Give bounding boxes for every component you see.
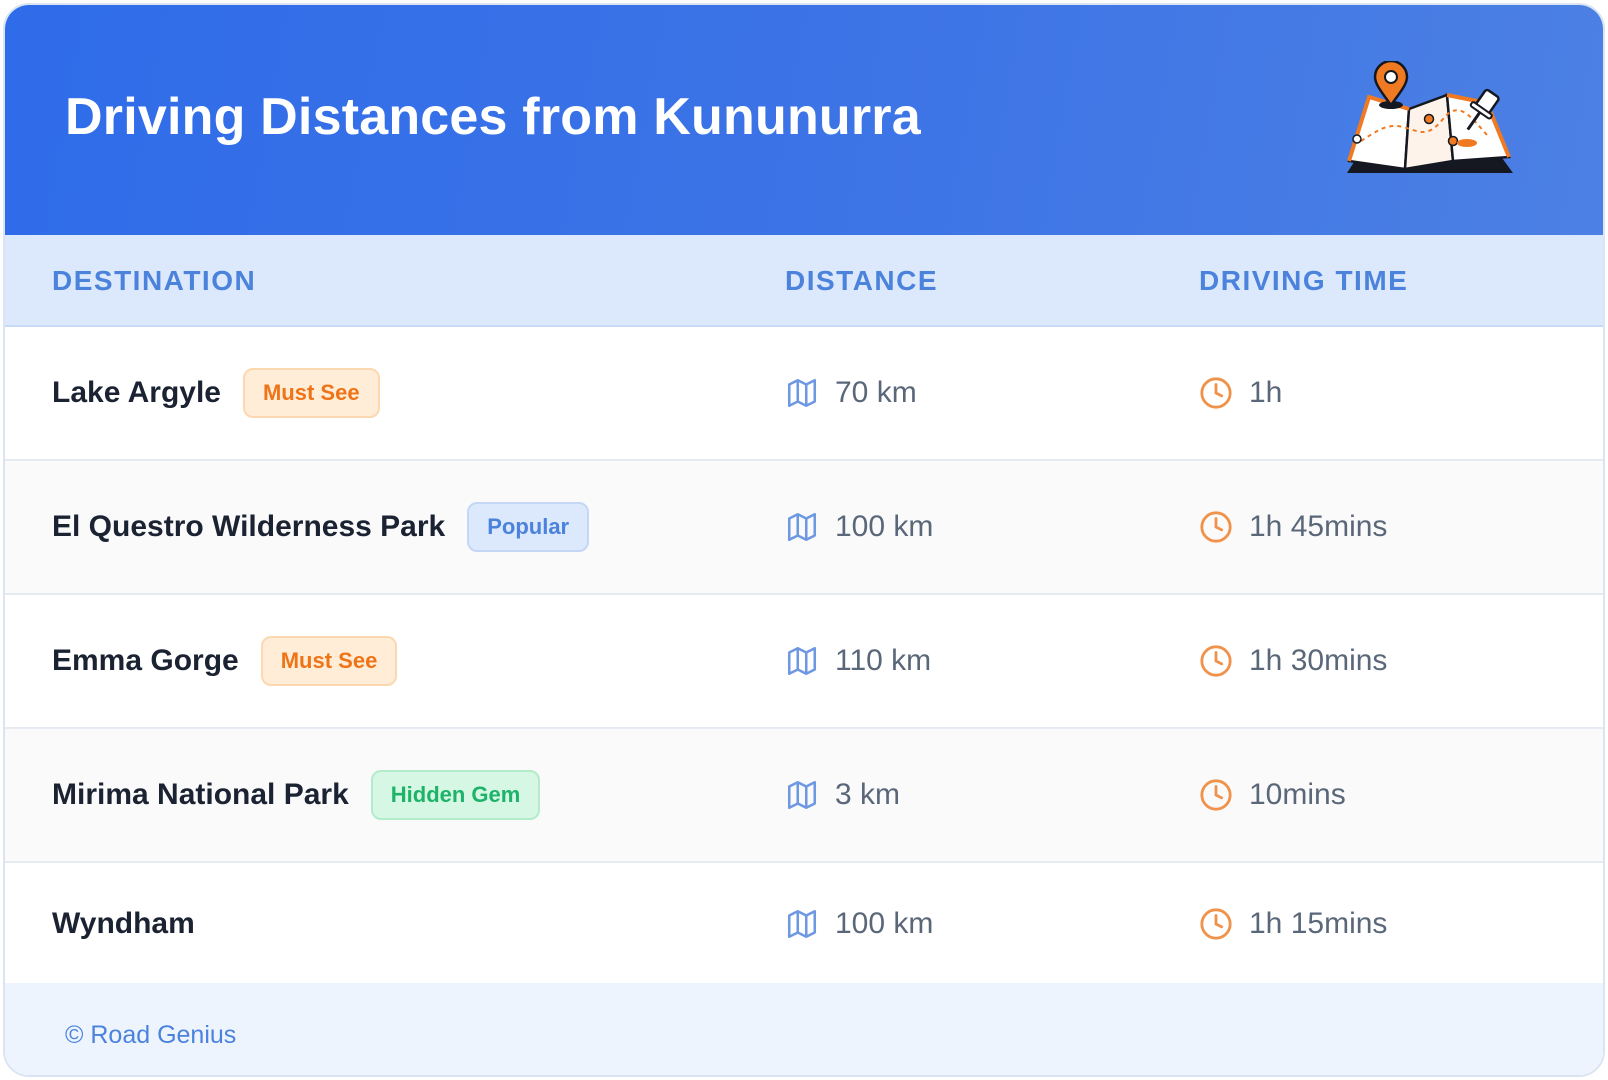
table-row: Mirima National Park Hidden Gem 3 km 10m… <box>5 729 1603 863</box>
table-body: Lake Argyle Must See 70 km 1h El Questro <box>5 327 1603 987</box>
table-row: Wyndham 100 km 1h 15mins <box>5 863 1603 987</box>
map-icon <box>787 646 817 676</box>
destination-cell: El Questro Wilderness Park Popular <box>52 461 590 593</box>
table-row: El Questro Wilderness Park Popular 100 k… <box>5 461 1603 595</box>
driving-time-cell: 1h 15mins <box>1199 863 1387 985</box>
table-row: Emma Gorge Must See 110 km 1h 30mins <box>5 595 1603 729</box>
distance-cell: 100 km <box>785 461 933 593</box>
map-icon <box>787 909 817 939</box>
header-banner: Driving Distances from Kununurra <box>5 5 1603 235</box>
distance-value: 110 km <box>835 644 932 677</box>
clock-icon <box>1200 377 1232 409</box>
footer: © Road Genius <box>5 983 1603 1075</box>
map-icon <box>787 512 817 542</box>
driving-time-cell: 1h 30mins <box>1199 595 1387 727</box>
map-icon <box>787 378 817 408</box>
driving-time-cell: 10mins <box>1199 729 1346 861</box>
column-header-distance: DISTANCE <box>785 265 939 296</box>
distance-value: 100 km <box>835 907 934 940</box>
map-icon <box>787 780 817 810</box>
distance-value: 70 km <box>835 376 917 409</box>
distance-card: Driving Distances from Kununurra DESTINA… <box>3 3 1605 1077</box>
driving-time-value: 10mins <box>1249 778 1346 811</box>
table-header: DESTINATION DISTANCE DRIVING TIME <box>5 235 1603 327</box>
driving-time-cell: 1h <box>1199 327 1282 459</box>
destination-name: El Questro Wilderness Park <box>52 510 446 543</box>
must-see-badge: Must See <box>260 636 398 686</box>
clock-icon <box>1200 645 1232 677</box>
folded-map-with-pins-icon <box>1347 61 1513 173</box>
clock-icon <box>1200 908 1232 940</box>
hidden-gem-badge: Hidden Gem <box>370 770 541 820</box>
clock-icon <box>1200 779 1232 811</box>
distance-cell: 100 km <box>785 863 933 985</box>
driving-time-value: 1h 30mins <box>1249 644 1388 677</box>
popular-badge: Popular <box>467 502 590 552</box>
distance-value: 3 km <box>835 778 901 811</box>
driving-time-value: 1h <box>1249 376 1283 409</box>
driving-time-value: 1h 45mins <box>1249 510 1388 543</box>
copyright-text: © Road Genius <box>65 1021 237 1049</box>
driving-time-cell: 1h 45mins <box>1199 461 1387 593</box>
must-see-badge: Must See <box>242 368 380 418</box>
clock-icon <box>1200 511 1232 543</box>
table-row: Lake Argyle Must See 70 km 1h <box>5 327 1603 461</box>
destination-cell: Mirima National Park Hidden Gem <box>52 729 541 861</box>
destination-cell: Wyndham <box>52 863 195 985</box>
page-title: Driving Distances from Kununurra <box>65 88 921 146</box>
column-header-driving-time: DRIVING TIME <box>1199 265 1409 296</box>
distance-value: 100 km <box>835 510 934 543</box>
destination-name: Mirima National Park <box>52 778 349 811</box>
destination-name: Lake Argyle <box>52 376 221 409</box>
distance-cell: 70 km <box>785 327 917 459</box>
driving-time-value: 1h 15mins <box>1249 907 1388 940</box>
column-header-destination: DESTINATION <box>52 265 257 296</box>
distance-cell: 110 km <box>785 595 931 727</box>
destination-name: Emma Gorge <box>52 644 239 677</box>
destination-cell: Emma Gorge Must See <box>52 595 398 727</box>
destination-cell: Lake Argyle Must See <box>52 327 380 459</box>
destination-name: Wyndham <box>52 907 195 940</box>
distance-cell: 3 km <box>785 729 900 861</box>
